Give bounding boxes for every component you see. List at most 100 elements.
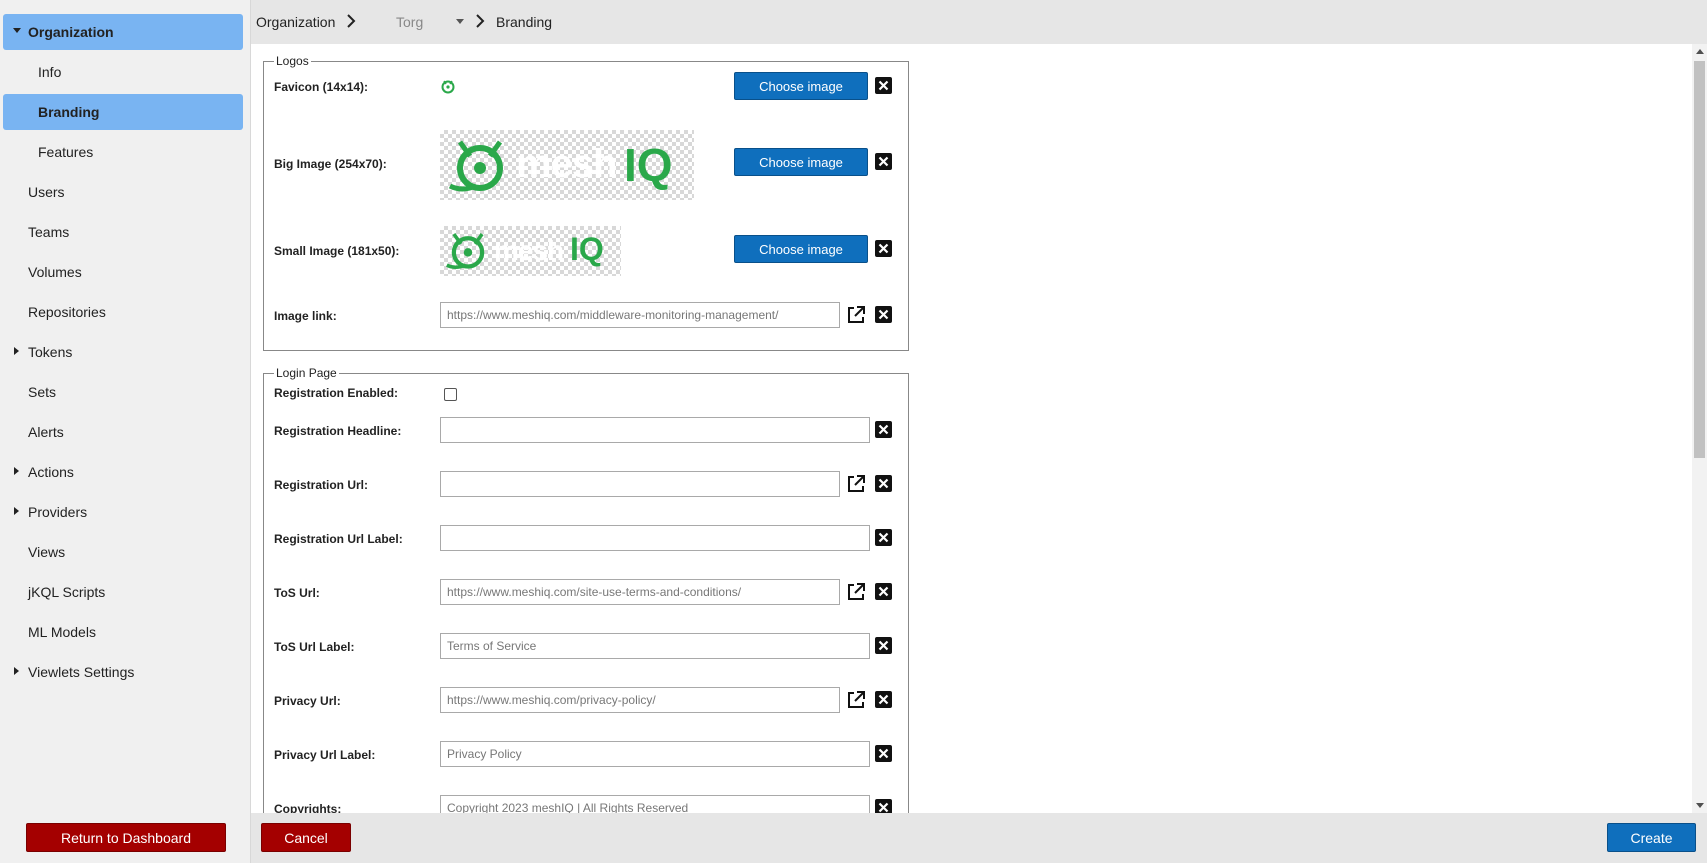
privacy-url-label-input[interactable]: Privacy Policy — [440, 741, 870, 767]
clear-tos-url-label-button[interactable] — [875, 637, 892, 654]
dropdown-arrow-icon[interactable] — [455, 19, 465, 25]
registration-url-label-input[interactable] — [440, 525, 870, 551]
registration-headline-input[interactable] — [440, 417, 870, 443]
big-image-label: Big Image (254x70): — [274, 157, 387, 171]
caret-right-icon — [14, 467, 19, 475]
sidebar-item-label: Alerts — [28, 424, 64, 440]
footer-bar: Cancel Create — [251, 813, 1707, 863]
create-button[interactable]: Create — [1607, 823, 1696, 852]
sidebar-item-ml-models[interactable]: ML Models — [3, 614, 243, 650]
login-page-legend: Login Page — [274, 366, 339, 380]
sidebar-item-label: jKQL Scripts — [28, 584, 106, 600]
big-image-preview: mesh IQ — [440, 130, 694, 200]
caret-right-icon — [14, 667, 19, 675]
sidebar-item-label: ML Models — [28, 624, 96, 640]
breadcrumb: Organization Torg Branding — [256, 0, 1696, 44]
sidebar-item-label: Teams — [28, 224, 70, 240]
scroll-down-icon[interactable] — [1696, 803, 1704, 808]
open-link-icon[interactable] — [846, 305, 866, 325]
caret-right-icon — [14, 347, 19, 355]
choose-big-image-button[interactable]: Choose image — [734, 148, 868, 176]
copyrights-label: Copyrights: — [274, 802, 342, 813]
small-image-preview: mesh IQ — [440, 226, 621, 276]
sidebar-item-volumes[interactable]: Volumes — [3, 254, 243, 290]
privacy-url-input[interactable]: https://www.meshiq.com/privacy-policy/ — [440, 687, 840, 713]
clear-copyrights-button[interactable] — [875, 799, 892, 813]
sidebar-item-repositories[interactable]: Repositories — [3, 294, 243, 330]
tos-url-label-input[interactable]: Terms of Service — [440, 633, 870, 659]
sidebar-item-label: Organization — [28, 24, 114, 40]
image-link-label: Image link: — [274, 309, 337, 323]
copyrights-input[interactable]: Copyright 2023 meshIQ | All Rights Reser… — [440, 795, 870, 813]
sidebar-item-tokens[interactable]: Tokens — [3, 334, 243, 370]
scroll-up-icon[interactable] — [1696, 49, 1704, 54]
open-link-icon[interactable] — [846, 690, 866, 710]
sidebar-item-label: Features — [38, 144, 94, 160]
small-image-label: Small Image (181x50): — [274, 244, 400, 258]
clear-registration-headline-button[interactable] — [875, 421, 892, 438]
content-scrollbar[interactable] — [1692, 44, 1707, 813]
sidebar: Organization Info Branding Features User… — [0, 0, 251, 863]
sidebar-item-label: Views — [28, 544, 66, 560]
sidebar-item-actions[interactable]: Actions — [3, 454, 243, 490]
sidebar-item-viewlets-settings[interactable]: Viewlets Settings — [3, 654, 243, 690]
sidebar-item-providers[interactable]: Providers — [3, 494, 243, 530]
login-page-section: Login Page Registration Enabled: Registr… — [263, 366, 909, 813]
close-icon — [878, 586, 889, 597]
sidebar-item-teams[interactable]: Teams — [3, 214, 243, 250]
clear-privacy-url-label-button[interactable] — [875, 745, 892, 762]
brand-iq-mark: IQ — [624, 139, 673, 191]
close-icon — [878, 532, 889, 543]
sidebar-item-features[interactable]: Features — [3, 134, 243, 170]
chevron-right-icon — [347, 14, 356, 28]
sidebar-item-views[interactable]: Views — [3, 534, 243, 570]
tos-url-input[interactable]: https://www.meshiq.com/site-use-terms-an… — [440, 579, 840, 605]
clear-big-image-button[interactable] — [875, 153, 892, 170]
choose-small-image-button[interactable]: Choose image — [734, 235, 868, 263]
cancel-button[interactable]: Cancel — [261, 823, 351, 852]
image-link-input[interactable]: https://www.meshiq.com/middleware-monito… — [440, 302, 840, 328]
sidebar-item-sets[interactable]: Sets — [3, 374, 243, 410]
clear-registration-url-button[interactable] — [875, 475, 892, 492]
privacy-url-label-label: Privacy Url Label: — [274, 748, 376, 762]
sidebar-item-alerts[interactable]: Alerts — [3, 414, 243, 450]
breadcrumb-org-select[interactable]: Torg — [396, 14, 423, 30]
sidebar-item-jkql-scripts[interactable]: jKQL Scripts — [3, 574, 243, 610]
clear-privacy-url-button[interactable] — [875, 691, 892, 708]
registration-url-label-label: Registration Url Label: — [274, 532, 403, 546]
clear-image-link-button[interactable] — [875, 306, 892, 323]
registration-url-label: Registration Url: — [274, 478, 369, 492]
scroll-thumb[interactable] — [1694, 61, 1705, 458]
brand-wordmark: mesh — [516, 142, 617, 186]
registration-enabled-checkbox[interactable] — [444, 388, 457, 401]
clear-tos-url-button[interactable] — [875, 583, 892, 600]
close-icon — [878, 156, 889, 167]
close-icon — [878, 424, 889, 435]
sidebar-item-label: Sets — [28, 384, 57, 400]
clear-small-image-button[interactable] — [875, 240, 892, 257]
breadcrumb-organization[interactable]: Organization — [256, 14, 335, 30]
breadcrumb-current: Branding — [496, 14, 553, 30]
brand-wordmark: mesh — [494, 235, 564, 266]
sidebar-item-branding[interactable]: Branding — [3, 94, 243, 130]
sidebar-item-label: Tokens — [28, 344, 73, 360]
sidebar-item-users[interactable]: Users — [3, 174, 243, 210]
tos-url-label-label: ToS Url Label: — [274, 640, 355, 654]
choose-favicon-button[interactable]: Choose image — [734, 72, 868, 100]
open-link-icon[interactable] — [846, 582, 866, 602]
sidebar-item-info[interactable]: Info — [3, 54, 243, 90]
sidebar-item-label: Providers — [28, 504, 88, 520]
owl-logo-icon — [448, 140, 503, 192]
clear-favicon-button[interactable] — [875, 77, 892, 94]
close-icon — [878, 694, 889, 705]
return-to-dashboard-button[interactable]: Return to Dashboard — [26, 823, 226, 852]
favicon-label: Favicon (14x14): — [274, 80, 369, 94]
chevron-right-icon — [476, 14, 485, 28]
clear-registration-url-label-button[interactable] — [875, 529, 892, 546]
registration-url-input[interactable] — [440, 471, 840, 497]
registration-headline-label: Registration Headline: — [274, 424, 402, 438]
open-link-icon[interactable] — [846, 474, 866, 494]
sidebar-item-label: Branding — [38, 104, 100, 120]
close-icon — [878, 748, 889, 759]
sidebar-item-organization[interactable]: Organization — [3, 14, 243, 50]
